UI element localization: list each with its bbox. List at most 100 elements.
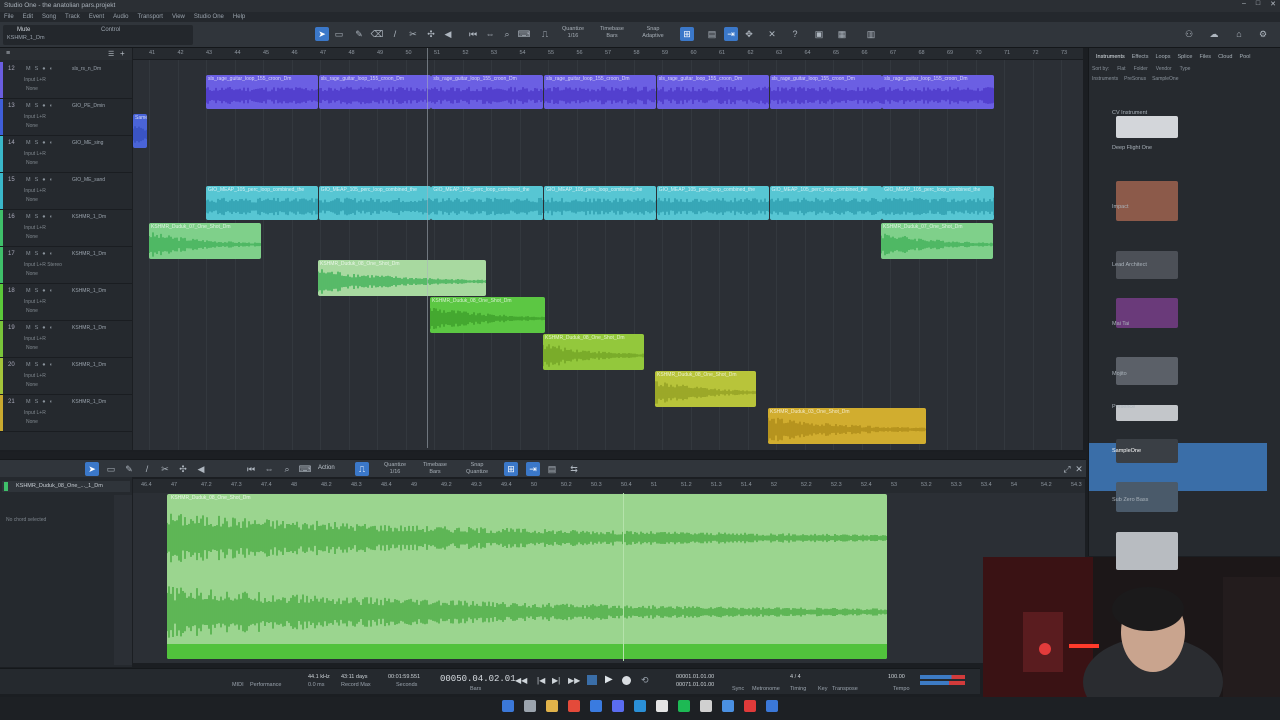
bend-tool-icon[interactable]: ◀ bbox=[441, 27, 455, 41]
editor-zoom-icon[interactable]: ⇔ bbox=[262, 462, 276, 476]
menu-song[interactable]: Song bbox=[42, 12, 56, 22]
audio-clip[interactable]: KSHMR_Duduk_07_One_Shot_Dm bbox=[149, 223, 261, 259]
track-name[interactable]: KSHMR_1_Dm bbox=[72, 362, 128, 368]
track-route[interactable]: None bbox=[26, 86, 38, 92]
minimize-icon[interactable]: – bbox=[1242, 0, 1246, 12]
menu-view[interactable]: View bbox=[172, 12, 185, 22]
menu-studio-one[interactable]: Studio One bbox=[194, 12, 224, 22]
menu-transport[interactable]: Transport bbox=[138, 12, 163, 22]
editor-follow-icon[interactable]: ⇥ bbox=[526, 462, 540, 476]
audio-clip[interactable]: sls_rage_guitar_loop_155_croon_Dm bbox=[318, 75, 431, 109]
track-menu-icon[interactable]: ≡ bbox=[6, 50, 10, 57]
browser-item[interactable]: SampleOne bbox=[1112, 448, 1141, 454]
settings-icon[interactable]: ⚙ bbox=[1256, 27, 1270, 41]
editor-autoscroll-icon[interactable]: ⌨ bbox=[298, 462, 312, 476]
taskbar-app-icon[interactable] bbox=[502, 700, 514, 712]
menu-track[interactable]: Track bbox=[65, 12, 80, 22]
rewind-icon[interactable]: ◀◀ bbox=[515, 676, 527, 685]
taskbar-app-icon[interactable] bbox=[546, 700, 558, 712]
sort-folder[interactable]: Folder bbox=[1134, 66, 1148, 74]
track-row[interactable]: 12 MS●◐ sls_rs_n_Dm Input L+R None bbox=[0, 62, 132, 99]
track-input[interactable]: Input L+R bbox=[24, 77, 46, 83]
layers-icon[interactable]: ▤ bbox=[705, 27, 719, 41]
user-icon[interactable]: ⚇ bbox=[1182, 27, 1196, 41]
track-buttons[interactable]: MS●◐ bbox=[26, 325, 57, 331]
tab-splice[interactable]: Splice bbox=[1177, 50, 1192, 64]
split-tool-icon[interactable]: ✂ bbox=[406, 27, 420, 41]
track-input[interactable]: Input L+R bbox=[24, 299, 46, 305]
path-presonus[interactable]: PreSonus bbox=[1124, 76, 1146, 84]
timebase-control[interactable]: Timebase Bars bbox=[597, 26, 627, 40]
audio-clip[interactable]: sls_rage_guitar_loop_155_croon_Dm bbox=[882, 75, 995, 109]
track-buttons[interactable]: MS●◐ bbox=[26, 140, 57, 146]
track-row[interactable]: 21 MS●◐ KSHMR_1_Dm Input L+R None bbox=[0, 395, 132, 432]
path-instruments[interactable]: Instruments bbox=[1092, 76, 1118, 84]
track-row[interactable]: 18 MS●◐ KSHMR_1_Dm Input L+R None bbox=[0, 284, 132, 321]
track-input[interactable]: Input L+R bbox=[24, 151, 46, 157]
playhead-cursor[interactable] bbox=[427, 48, 428, 448]
tools-icon[interactable]: ✕ bbox=[765, 27, 779, 41]
step-back-icon[interactable]: |◀ bbox=[537, 676, 545, 685]
play-icon[interactable]: ▶ bbox=[605, 674, 613, 685]
quantize-control[interactable]: Quantize 1/16 bbox=[558, 26, 588, 40]
taskbar-app-icon[interactable] bbox=[722, 700, 734, 712]
search-icon[interactable]: ⌕ bbox=[500, 27, 514, 41]
editor-icon[interactable]: ▣ bbox=[812, 27, 826, 41]
track-name[interactable]: KSHMR_1_Dm bbox=[72, 325, 128, 331]
plugin-thumbnail[interactable] bbox=[1116, 181, 1178, 221]
taskbar-app-icon[interactable] bbox=[524, 700, 536, 712]
help-icon[interactable]: ? bbox=[788, 27, 802, 41]
follow-icon[interactable]: ⇥ bbox=[724, 27, 738, 41]
panel-divider[interactable] bbox=[0, 452, 1086, 459]
mixer-icon[interactable]: ▦ bbox=[835, 27, 849, 41]
track-route[interactable]: None bbox=[26, 419, 38, 425]
list-icon[interactable]: ☰ bbox=[108, 50, 114, 58]
editor-quantize-control[interactable]: Quantize 1/16 bbox=[380, 462, 410, 476]
track-route[interactable]: None bbox=[26, 345, 38, 351]
track-route[interactable]: None bbox=[26, 234, 38, 240]
track-row[interactable]: 15 MS●◐ GIO_ME_sand Input L+R None bbox=[0, 173, 132, 210]
editor-search-icon[interactable]: ⌕ bbox=[280, 462, 294, 476]
track-name[interactable]: GIO_PE_Dmin bbox=[72, 103, 128, 109]
track-route[interactable]: None bbox=[26, 308, 38, 314]
loop-icon[interactable]: ⟲ bbox=[641, 675, 649, 686]
track-buttons[interactable]: MS●◐ bbox=[26, 214, 57, 220]
editor-pencil-tool-icon[interactable]: ✎ bbox=[122, 462, 136, 476]
track-row[interactable]: 19 MS●◐ KSHMR_1_Dm Input L+R None bbox=[0, 321, 132, 358]
editor-bend-tool-icon[interactable]: ◀ bbox=[194, 462, 208, 476]
editor-layers-icon[interactable]: ▤ bbox=[545, 462, 559, 476]
pencil-tool-icon[interactable]: ✎ bbox=[352, 27, 366, 41]
track-route[interactable]: None bbox=[26, 382, 38, 388]
audio-clip[interactable]: sls_rage_guitar_loop_155_croon_Dm bbox=[431, 75, 544, 109]
audio-clip[interactable]: GIO_MEAP_105_perc_loop_combined_the bbox=[431, 186, 544, 220]
timeline-ruler[interactable]: 41 42 43 44 45 46 47 48 49 50 51 52 53 54 55 56 57 58 59 60… bbox=[133, 48, 1083, 60]
home-icon[interactable]: ⌂ bbox=[1232, 27, 1246, 41]
editor-loop-icon[interactable]: ⇆ bbox=[567, 462, 581, 476]
add-track-icon[interactable]: + bbox=[120, 49, 125, 58]
browser-item[interactable]: Deep Flight One bbox=[1112, 145, 1152, 151]
track-row[interactable]: 14 MS●◐ GIO_ME_sing Input L+R None bbox=[0, 136, 132, 173]
editor-audio-clip[interactable]: KSHMR_Duduk_08_One_Shot_Dm bbox=[167, 494, 887, 659]
editor-mute-tool-icon[interactable]: ✣ bbox=[176, 462, 190, 476]
editor-listen-icon[interactable]: ⏮ bbox=[244, 462, 258, 476]
snap-grid-icon[interactable]: ⊞ bbox=[680, 27, 694, 41]
paint-tool-icon[interactable]: / bbox=[388, 27, 402, 41]
record-icon[interactable] bbox=[622, 676, 631, 685]
snap-control[interactable]: Snap Adaptive bbox=[638, 26, 668, 40]
browser-item[interactable]: Mojito bbox=[1112, 371, 1127, 377]
taskbar-app-icon[interactable] bbox=[766, 700, 778, 712]
menu-help[interactable]: Help bbox=[233, 12, 245, 22]
sort-type[interactable]: Type bbox=[1180, 66, 1191, 74]
menu-event[interactable]: Event bbox=[89, 12, 104, 22]
menu-edit[interactable]: Edit bbox=[23, 12, 33, 22]
editor-timebase-control[interactable]: Timebase Bars bbox=[420, 462, 450, 476]
audio-clip[interactable]: sls_rage_guitar_loop_155_croon_Dm bbox=[769, 75, 882, 109]
browse-icon[interactable]: ▥ bbox=[864, 27, 878, 41]
track-input[interactable]: Input L+R bbox=[24, 225, 46, 231]
audio-clip[interactable]: KSHMR_Duduk_08_One_Shot_Dm bbox=[318, 260, 486, 296]
cloud-icon[interactable]: ☁ bbox=[1207, 27, 1221, 41]
loop-end[interactable]: 00071.01.01.00 bbox=[676, 682, 714, 688]
time-signature[interactable]: 4 / 4 bbox=[790, 674, 801, 680]
taskbar-app-icon[interactable] bbox=[656, 700, 668, 712]
audio-clip[interactable]: GIO_MEAP_105_perc_loop_combined_the bbox=[206, 186, 318, 220]
